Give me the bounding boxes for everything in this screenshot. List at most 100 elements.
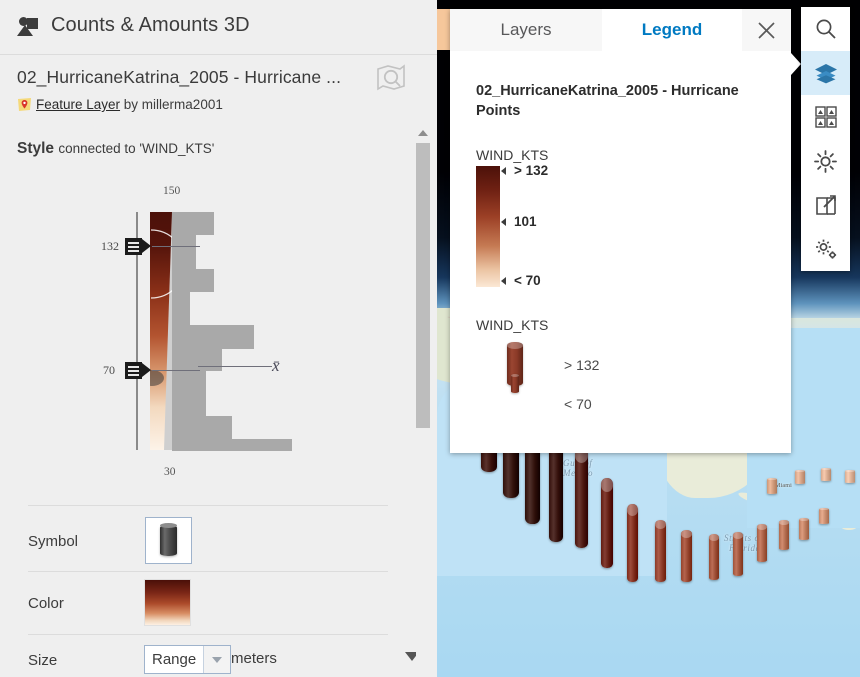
feature-layer-pin-icon xyxy=(17,97,32,115)
hurricane-point-cylinder[interactable] xyxy=(601,478,613,568)
styling-panel: Counts & Amounts 3D 02_HurricaneKatrina_… xyxy=(0,0,437,677)
histogram-bar xyxy=(172,427,232,440)
hurricane-point-cylinder[interactable] xyxy=(819,508,829,524)
layers-icon[interactable] xyxy=(801,51,850,95)
hurricane-point-cylinder[interactable] xyxy=(655,520,666,582)
hurricane-point-cylinder[interactable] xyxy=(709,534,719,580)
histogram-bars xyxy=(172,212,292,451)
hurricane-point-cylinder[interactable] xyxy=(779,520,789,550)
histogram-bar xyxy=(172,404,206,417)
hurricane-point-cylinder[interactable] xyxy=(821,468,831,481)
size-slider-histogram[interactable]: 150 30 132 70 x̄ xyxy=(0,178,410,483)
upper-handle-leader xyxy=(152,246,200,247)
layer-owner: by millerma2001 xyxy=(120,97,223,112)
style-label: Style xyxy=(17,140,55,157)
lower-handle-grip[interactable] xyxy=(125,362,142,379)
histogram-bar xyxy=(172,223,214,236)
layer-subtitle: Feature Layer by millerma2001 xyxy=(17,97,223,115)
histogram-bar xyxy=(172,257,196,270)
histogram-bar xyxy=(172,302,190,315)
legend-field-1: WIND_KTS xyxy=(476,147,549,163)
histogram-bar xyxy=(172,268,214,281)
panel-header: Counts & Amounts 3D xyxy=(0,0,437,55)
zoom-to-layer-icon[interactable] xyxy=(374,63,408,93)
daylight-sun-icon[interactable] xyxy=(801,139,850,183)
legend-ramp-value-mid: 101 xyxy=(514,214,537,229)
histogram-bar xyxy=(172,246,196,258)
legend-ramp-tick-high xyxy=(501,167,506,175)
upper-handle-grip[interactable] xyxy=(125,238,142,255)
legend-body: 02_HurricaneKatrina_2005 - Hurricane Poi… xyxy=(450,51,791,453)
tab-layers[interactable]: Layers xyxy=(450,9,602,52)
histogram-bar xyxy=(172,336,254,349)
color-ramp-swatch[interactable] xyxy=(145,580,190,625)
upper-size-handle[interactable] xyxy=(125,238,151,255)
legend-size-cylinder-small xyxy=(511,374,519,393)
lower-handle-arrow xyxy=(142,363,151,377)
hurricane-point-cylinder[interactable] xyxy=(799,518,809,540)
symbol-swatch-button[interactable] xyxy=(145,517,192,564)
legend-color-ramp xyxy=(476,166,500,287)
layers-tab-accent-strip xyxy=(437,9,450,50)
feature-layer-link[interactable]: Feature Layer xyxy=(36,97,120,112)
page-title: Counts & Amounts 3D xyxy=(51,14,250,36)
panel-scrollbar[interactable] xyxy=(416,128,430,677)
lower-handle-value: 70 xyxy=(103,363,115,377)
search-icon[interactable] xyxy=(801,7,850,51)
color-row-label: Color xyxy=(28,595,64,612)
map-label: Miami xyxy=(775,483,792,489)
app-root: ALABAMAGEORGIAFLORIDACOASTAL PLAINGulf o… xyxy=(0,0,860,677)
hurricane-point-cylinder[interactable] xyxy=(627,504,638,582)
hurricane-point-cylinder[interactable] xyxy=(575,448,588,548)
histogram-bar xyxy=(172,382,206,394)
size-row-label: Size xyxy=(28,652,58,669)
legend-ramp-tick-low xyxy=(501,277,506,285)
legend-layer-title: 02_HurricaneKatrina_2005 - Hurricane Poi… xyxy=(476,83,739,119)
scrollbar-thumb[interactable] xyxy=(416,143,430,428)
histogram-bar xyxy=(172,348,222,360)
cylinder-3d-symbol xyxy=(160,523,177,556)
style-line: Style connected to 'WIND_KTS' xyxy=(17,140,214,158)
hurricane-point-cylinder[interactable] xyxy=(845,470,855,483)
legend-ramp-value-high: > 132 xyxy=(514,163,549,178)
symbol-row-label: Symbol xyxy=(28,533,79,550)
legend-panel: Layers Legend 02_HurricaneKatrina_2005 -… xyxy=(450,9,791,453)
mean-indicator: x̄ xyxy=(272,356,280,375)
upper-handle-arrow xyxy=(142,239,151,253)
hurricane-point-cylinder[interactable] xyxy=(757,524,767,562)
histogram-bar xyxy=(172,325,254,338)
layer-title: 02_HurricaneKatrina_2005 - Hurricane ... xyxy=(17,67,342,87)
upper-handle-value: 132 xyxy=(101,239,119,253)
chevron-down-icon[interactable] xyxy=(203,646,231,673)
settings-gear-icon[interactable] xyxy=(801,227,850,271)
histogram-bar xyxy=(172,438,292,451)
share-icon[interactable] xyxy=(801,183,850,227)
row-divider-mid xyxy=(28,571,388,572)
style-description: connected to 'WIND_KTS' xyxy=(58,141,215,156)
lower-handle-leader xyxy=(152,370,200,371)
row-divider-top xyxy=(28,505,388,506)
tab-legend[interactable]: Legend xyxy=(602,9,742,51)
close-icon[interactable] xyxy=(742,9,791,52)
histogram-bar xyxy=(172,370,206,383)
panel-pointer-notch xyxy=(791,53,801,75)
legend-ramp-tick-mid xyxy=(501,218,506,226)
histogram-bar xyxy=(172,314,190,326)
layer-info-block: 02_HurricaneKatrina_2005 - Hurricane ...… xyxy=(0,55,437,117)
lower-size-handle[interactable] xyxy=(125,362,151,379)
basemap-icon[interactable] xyxy=(801,95,850,139)
scroll-up-arrow[interactable] xyxy=(418,130,428,136)
hurricane-point-cylinder[interactable] xyxy=(795,470,805,484)
size-type-select[interactable]: Range xyxy=(144,645,232,674)
legend-field-2: WIND_KTS xyxy=(476,317,549,333)
slider-min-tick: 30 xyxy=(164,466,176,478)
hurricane-point-cylinder[interactable] xyxy=(681,530,692,582)
hurricane-point-cylinder[interactable] xyxy=(733,532,743,576)
histogram-bar xyxy=(172,291,190,304)
hurricane-point-cylinder[interactable] xyxy=(767,478,777,494)
legend-ramp-value-low: < 70 xyxy=(514,273,541,288)
mean-leader-line xyxy=(198,366,272,367)
counts-amounts-3d-icon xyxy=(16,16,40,38)
size-type-value: Range xyxy=(152,651,197,668)
tool-rail xyxy=(801,7,850,271)
